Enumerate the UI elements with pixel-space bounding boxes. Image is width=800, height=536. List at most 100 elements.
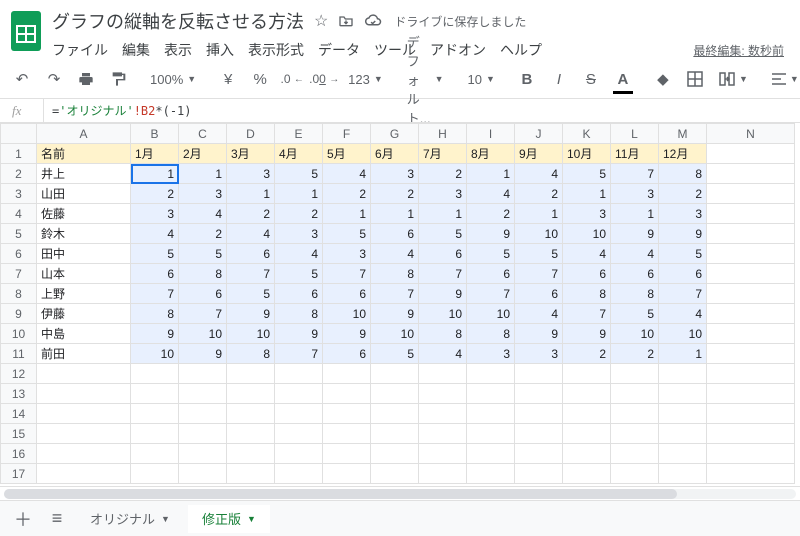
cell[interactable]: 3 [227, 164, 275, 184]
cell[interactable]: 1 [275, 184, 323, 204]
cell[interactable] [611, 384, 659, 404]
cell[interactable] [131, 444, 179, 464]
cell[interactable]: 6月 [371, 144, 419, 164]
sheet-tab-modified[interactable]: 修正版▼ [188, 505, 270, 533]
cell[interactable] [275, 384, 323, 404]
cell[interactable]: 7 [131, 284, 179, 304]
cell[interactable]: 3 [611, 184, 659, 204]
cell[interactable] [611, 444, 659, 464]
cell[interactable]: 井上 [37, 164, 131, 184]
cell[interactable] [371, 404, 419, 424]
cell[interactable]: 2 [323, 184, 371, 204]
paint-format-icon[interactable] [106, 66, 130, 92]
cell[interactable]: 5 [275, 264, 323, 284]
cell[interactable]: 4 [323, 164, 371, 184]
cell[interactable]: 2 [419, 164, 467, 184]
cell[interactable]: 8 [275, 304, 323, 324]
row-header[interactable]: 6 [1, 244, 37, 264]
cell[interactable]: 9 [515, 324, 563, 344]
cell[interactable]: 1月 [131, 144, 179, 164]
cell[interactable]: 5 [323, 224, 371, 244]
move-icon[interactable] [338, 13, 354, 29]
cell[interactable] [515, 464, 563, 484]
cell[interactable]: 4 [611, 244, 659, 264]
cell[interactable]: 3 [563, 204, 611, 224]
cell[interactable] [179, 424, 227, 444]
cell[interactable]: 10 [611, 324, 659, 344]
cell[interactable]: 9 [323, 324, 371, 344]
cell[interactable] [37, 364, 131, 384]
cell[interactable]: 2月 [179, 144, 227, 164]
cell[interactable]: 12月 [659, 144, 707, 164]
spreadsheet-grid[interactable]: ABCDEFGHIJKLMN1名前1月2月3月4月5月6月7月8月9月10月11… [0, 123, 800, 486]
cell[interactable]: 6 [563, 264, 611, 284]
cell[interactable]: 6 [611, 264, 659, 284]
cell[interactable]: 6 [323, 284, 371, 304]
cell[interactable] [323, 464, 371, 484]
cell[interactable]: 1 [323, 204, 371, 224]
cell[interactable]: 5 [275, 164, 323, 184]
cloud-saved-icon[interactable] [364, 14, 382, 28]
cell[interactable]: 3 [179, 184, 227, 204]
row-header[interactable]: 3 [1, 184, 37, 204]
cell[interactable] [227, 464, 275, 484]
cell[interactable]: 4 [515, 164, 563, 184]
cell[interactable] [275, 364, 323, 384]
cell[interactable] [131, 404, 179, 424]
cell[interactable]: 7 [227, 264, 275, 284]
cell[interactable] [37, 424, 131, 444]
cell[interactable]: 2 [611, 344, 659, 364]
cell[interactable]: 4 [515, 304, 563, 324]
horizontal-align-button[interactable]: ▼ [768, 66, 800, 92]
cell[interactable] [275, 444, 323, 464]
cell[interactable]: 3 [275, 224, 323, 244]
cell[interactable]: 5 [515, 244, 563, 264]
cell[interactable]: 10 [371, 324, 419, 344]
cell[interactable]: 8月 [467, 144, 515, 164]
format-percent-button[interactable]: % [248, 66, 272, 92]
column-header[interactable]: M [659, 124, 707, 144]
cell[interactable] [659, 384, 707, 404]
cell[interactable] [563, 444, 611, 464]
cell[interactable]: 2 [179, 224, 227, 244]
cell[interactable]: 10 [563, 224, 611, 244]
cell[interactable]: 7 [611, 164, 659, 184]
cell[interactable] [131, 364, 179, 384]
fx-label-icon[interactable]: fx [0, 99, 44, 122]
cell[interactable] [659, 444, 707, 464]
cell[interactable]: 1 [371, 204, 419, 224]
cell[interactable]: 1 [131, 164, 179, 184]
cell[interactable] [419, 464, 467, 484]
menu-addons[interactable]: アドオン [430, 40, 486, 60]
cell[interactable] [707, 384, 795, 404]
cell[interactable]: 山田 [37, 184, 131, 204]
cell[interactable]: 4 [131, 224, 179, 244]
cell[interactable]: 1 [419, 204, 467, 224]
cell[interactable]: 9 [131, 324, 179, 344]
cell[interactable]: 名前 [37, 144, 131, 164]
cell[interactable] [179, 464, 227, 484]
number-format-dropdown[interactable]: 123▼ [344, 66, 387, 92]
menu-file[interactable]: ファイル [52, 40, 108, 60]
cell[interactable]: 7 [179, 304, 227, 324]
cell[interactable] [659, 464, 707, 484]
cell[interactable]: 9 [563, 324, 611, 344]
column-header[interactable]: J [515, 124, 563, 144]
cell[interactable]: 2 [227, 204, 275, 224]
column-header[interactable]: N [707, 124, 795, 144]
cell[interactable] [707, 364, 795, 384]
cell[interactable]: 10 [179, 324, 227, 344]
cell[interactable] [37, 384, 131, 404]
cell[interactable]: 2 [563, 344, 611, 364]
font-family-dropdown[interactable]: デフォルト...▼ [403, 66, 448, 92]
cell[interactable]: 2 [131, 184, 179, 204]
cell[interactable]: 6 [275, 284, 323, 304]
cell[interactable] [179, 444, 227, 464]
cell[interactable] [467, 444, 515, 464]
cell[interactable] [227, 404, 275, 424]
row-header[interactable]: 4 [1, 204, 37, 224]
cell[interactable]: 7 [659, 284, 707, 304]
cell[interactable] [467, 384, 515, 404]
fill-color-icon[interactable]: ◆ [651, 66, 675, 92]
row-header[interactable]: 16 [1, 444, 37, 464]
